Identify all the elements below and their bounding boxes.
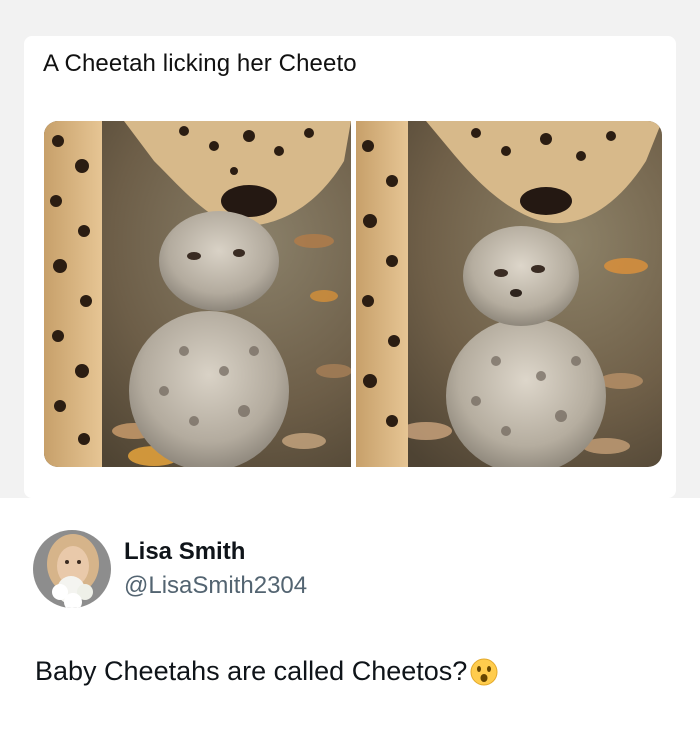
user-handle[interactable]: @LisaSmith2304 — [124, 572, 307, 600]
cheetah-licking-cub-photo[interactable] — [44, 121, 351, 467]
cub-looking-up-photo[interactable] — [356, 121, 662, 467]
surprised-face-emoji-icon — [469, 657, 499, 694]
reply-text-content: Baby Cheetahs are called Cheetos? — [35, 656, 468, 686]
post-caption: A Cheetah licking her Cheeto — [43, 50, 357, 77]
photo-grid[interactable] — [44, 121, 662, 467]
meme-post-card: A Cheetah licking her Cheeto — [24, 36, 676, 498]
avatar[interactable] — [33, 530, 111, 608]
reply-text: Baby Cheetahs are called Cheetos? — [35, 656, 499, 694]
display-name[interactable]: Lisa Smith — [124, 538, 245, 566]
reply-post: Lisa Smith @LisaSmith2304 Baby Cheetahs … — [0, 498, 700, 729]
